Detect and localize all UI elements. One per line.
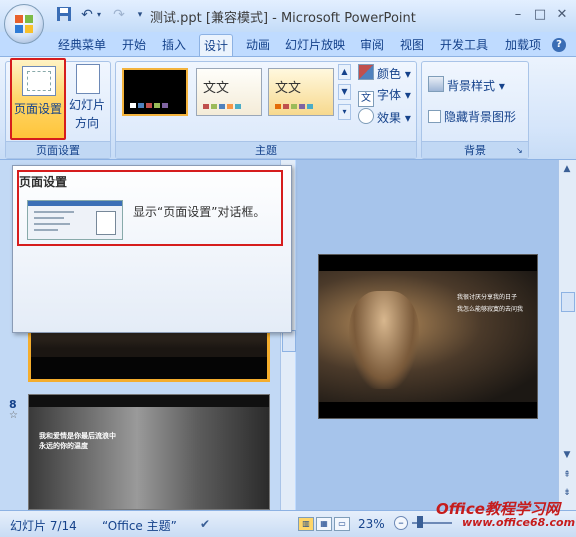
- colors-label: 颜色: [377, 67, 402, 81]
- slide-caption-line: 我怎么能够寂寞的去问我: [457, 306, 524, 313]
- tab-animations[interactable]: 动画: [242, 34, 274, 56]
- scroll-down-icon[interactable]: ▼: [561, 450, 573, 460]
- tab-classic-menu[interactable]: 经典菜单: [56, 34, 108, 56]
- theme-sample-text: 文文: [275, 81, 302, 96]
- tab-home[interactable]: 开始: [118, 34, 150, 56]
- normal-view-button[interactable]: ▥: [298, 517, 314, 531]
- fonts-label: 字体: [377, 88, 402, 102]
- page-setup-icon: [22, 66, 56, 96]
- slide-thumbnail-8[interactable]: 我和爱情是你最后流浪中 永远的你的温度: [28, 394, 270, 510]
- slide-orientation-button[interactable]: 幻灯片 方向: [66, 62, 108, 134]
- page-setup-button[interactable]: 页面设置: [10, 58, 66, 140]
- colors-button[interactable]: 颜色 ▾: [358, 64, 411, 82]
- fonts-button[interactable]: 文字体 ▾: [358, 86, 411, 107]
- watermark-url: www.office68.com: [462, 516, 576, 529]
- background-styles-label: 背景样式: [447, 79, 496, 93]
- tab-add-ins[interactable]: 加载项: [500, 34, 546, 56]
- slide-caption: 我很讨厌分享我的日子 我怎么能够寂寞的去问我: [457, 292, 523, 316]
- redo-icon[interactable]: ↷: [110, 6, 128, 24]
- save-icon[interactable]: [55, 6, 73, 24]
- tab-review[interactable]: 审阅: [356, 34, 388, 56]
- page-setup-tooltip: 页面设置 显示“页面设置”对话框。: [12, 165, 292, 333]
- zoom-level[interactable]: 23%: [358, 517, 385, 531]
- theme-name: “Office 主题”: [102, 519, 177, 533]
- theme-scroll-down-button[interactable]: ▼: [338, 84, 351, 100]
- group-label: 主题: [116, 141, 416, 158]
- checkbox-icon: [428, 110, 441, 123]
- theme-swatches: [130, 103, 168, 108]
- effects-label: 效果: [377, 111, 402, 125]
- theme-swatches: [203, 104, 241, 109]
- undo-dropdown-icon[interactable]: ▾: [94, 6, 104, 24]
- window-title: 测试.ppt [兼容模式] - Microsoft PowerPoint: [150, 11, 416, 26]
- customize-qat-icon[interactable]: ▾: [134, 6, 146, 24]
- dialog-preview-image: [27, 200, 123, 240]
- tab-developer[interactable]: 开发工具: [436, 34, 492, 56]
- thumbnail-letterbox: [31, 357, 267, 379]
- theme-thumbnail-office[interactable]: [122, 68, 188, 116]
- theme-thumbnail-2[interactable]: 文文: [196, 68, 262, 116]
- slide-photo-subject: [349, 291, 419, 389]
- orientation-icon: [76, 64, 100, 94]
- main-scrollbar[interactable]: ▲ ▼ ⇞ ⇟: [558, 160, 576, 510]
- office-button[interactable]: [4, 4, 44, 44]
- zoom-slider-thumb[interactable]: [417, 516, 423, 528]
- background-styles-icon: [428, 76, 444, 92]
- page-setup-label: 页面设置: [13, 102, 62, 116]
- close-button[interactable]: ✕: [552, 6, 572, 24]
- ribbon-tabs: 经典菜单 开始 插入 设计 动画 幻灯片放映 审阅 视图 开发工具 加载项 ?: [0, 32, 576, 56]
- colors-icon: [358, 64, 374, 80]
- effects-button[interactable]: 效果 ▾: [358, 108, 411, 126]
- slide-caption-line: 我很讨厌分享我的日子: [457, 294, 518, 301]
- theme-thumbnail-3[interactable]: 文文: [268, 68, 334, 116]
- maximize-button[interactable]: □: [530, 6, 550, 24]
- theme-sample-text: 文文: [203, 81, 230, 96]
- thumbnail-caption: 我和爱情是你最后流浪中 永远的你的温度: [39, 431, 116, 451]
- thumbnail-caption-line: 永远的你的温度: [39, 442, 88, 450]
- tab-slide-show[interactable]: 幻灯片放映: [282, 34, 348, 56]
- slide-sorter-view-button[interactable]: ▦: [316, 517, 332, 531]
- thumbnail-caption-line: 我和爱情是你最后流浪中: [39, 432, 116, 440]
- zoom-out-button[interactable]: –: [394, 516, 408, 530]
- theme-scroll-up-button[interactable]: ▲: [338, 64, 351, 80]
- fonts-icon: 文: [358, 91, 374, 107]
- orientation-label-2: 方向: [74, 116, 99, 130]
- office-logo-icon: [15, 15, 33, 33]
- spellcheck-icon[interactable]: ✔: [200, 516, 216, 532]
- group-label: 背景: [422, 141, 528, 158]
- dialog-launcher-icon[interactable]: ↘: [516, 146, 525, 155]
- hide-background-graphics-checkbox[interactable]: 隐藏背景图形: [428, 108, 516, 126]
- tooltip-title: 页面设置: [19, 175, 68, 189]
- theme-more-button[interactable]: ▾: [338, 104, 351, 120]
- background-styles-button[interactable]: 背景样式 ▾: [428, 76, 505, 94]
- help-icon[interactable]: ?: [552, 38, 566, 52]
- orientation-label: 幻灯片: [68, 98, 105, 112]
- thumbnail-photo: [29, 407, 269, 509]
- slide-count: 幻灯片 7/14: [10, 519, 77, 533]
- previous-slide-icon[interactable]: ⇞: [561, 470, 573, 480]
- tab-insert[interactable]: 插入: [158, 34, 190, 56]
- scrollbar-thumb[interactable]: [561, 292, 575, 312]
- group-label: 页面设置: [6, 141, 110, 158]
- next-slide-icon[interactable]: ⇟: [561, 488, 573, 498]
- scrollbar-thumb[interactable]: [282, 330, 296, 352]
- tab-view[interactable]: 视图: [396, 34, 428, 56]
- hide-background-graphics-label: 隐藏背景图形: [444, 110, 517, 124]
- effects-icon: [358, 108, 374, 124]
- scroll-up-icon[interactable]: ▲: [561, 164, 573, 174]
- slide-show-view-button[interactable]: ▭: [334, 517, 350, 531]
- minimize-button[interactable]: –: [508, 6, 528, 24]
- tab-design[interactable]: 设计: [199, 34, 233, 56]
- tooltip-description: 显示“页面设置”对话框。: [133, 205, 266, 219]
- current-slide[interactable]: 我很讨厌分享我的日子 我怎么能够寂寞的去问我: [318, 254, 538, 419]
- theme-swatches: [275, 104, 313, 109]
- animation-star-icon: ☆: [9, 410, 18, 421]
